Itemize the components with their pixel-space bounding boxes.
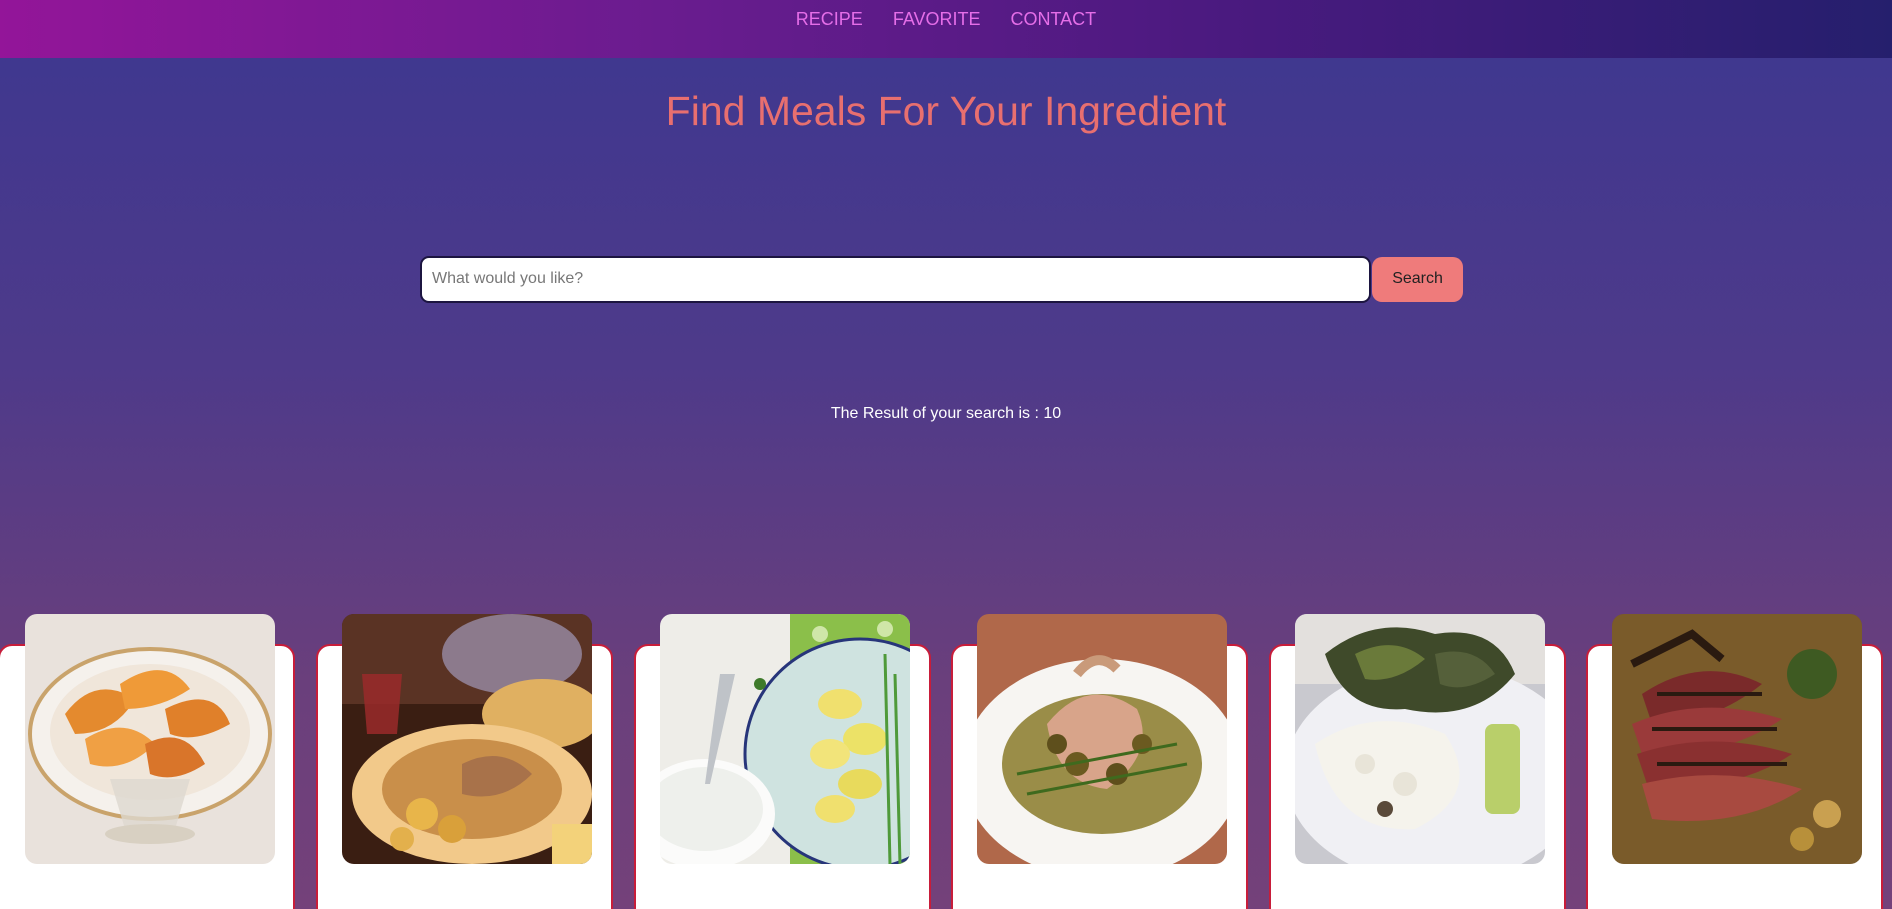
search-button[interactable]: Search	[1372, 256, 1463, 302]
meal-image[interactable]	[660, 614, 910, 864]
meal-image[interactable]	[1612, 614, 1862, 864]
nav-link-favorite[interactable]: FAVORITE	[893, 9, 981, 30]
search-input[interactable]	[420, 255, 1372, 303]
result-count-text: The Result of your search is : 10	[830, 405, 1062, 422]
meal-image[interactable]	[342, 614, 592, 864]
meal-image[interactable]	[1295, 614, 1545, 864]
page-title: Find Meals For Your Ingredient	[665, 88, 1227, 134]
nav-link-contact[interactable]: CONTACT	[1011, 9, 1097, 30]
top-navbar: RECIPE FAVORITE CONTACT	[0, 0, 1892, 58]
nav-link-recipe[interactable]: RECIPE	[796, 9, 863, 30]
meal-card-list	[0, 614, 1892, 909]
meal-image[interactable]	[25, 614, 275, 864]
search-form: Search	[420, 255, 1463, 303]
meal-image[interactable]	[977, 614, 1227, 864]
